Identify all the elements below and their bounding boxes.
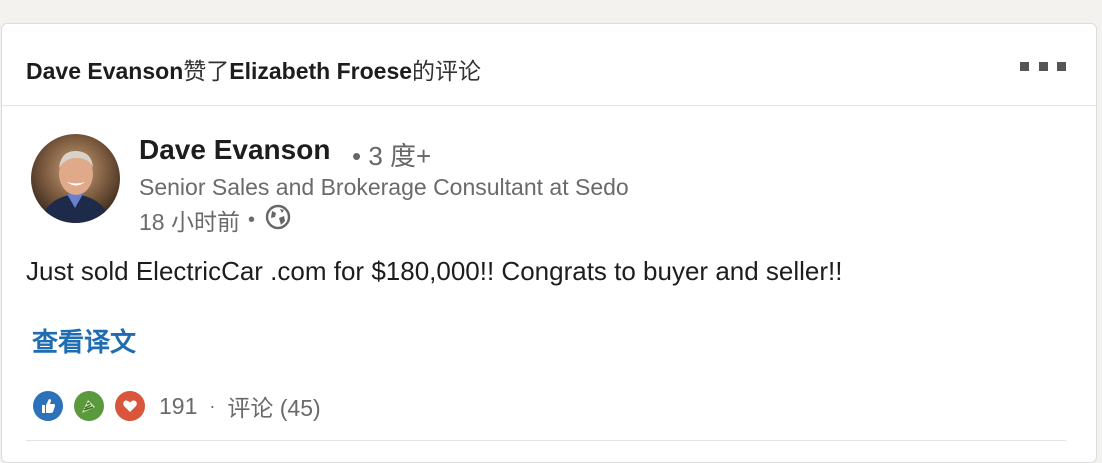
globe-icon — [265, 204, 291, 236]
more-dot-icon — [1020, 61, 1029, 71]
actor-name[interactable]: Dave Evanson — [26, 58, 183, 84]
comments-count[interactable]: 评论 (45) — [227, 389, 320, 423]
see-translation-link[interactable]: 查看译文 — [32, 322, 136, 359]
activity-header: Dave Evanson赞了Elizabeth Froese的评论 — [2, 24, 1096, 106]
posted-time: 18 小时前 — [139, 209, 240, 235]
more-dot-icon — [1038, 61, 1048, 71]
celebrate-icon[interactable] — [74, 391, 104, 421]
author-headline: Senior Sales and Brokerage Consultant at… — [139, 174, 629, 200]
activity-header-text: Dave Evanson赞了Elizabeth Froese的评论 — [26, 52, 481, 86]
meta-separator: • — [247, 208, 255, 231]
post-body: Just sold ElectricCar .com for $180,000!… — [26, 256, 843, 286]
target-suffix: 的评论 — [412, 58, 482, 84]
more-dot-icon — [1057, 61, 1066, 71]
love-icon[interactable] — [115, 391, 145, 421]
target-name[interactable]: Elizabeth Froese — [229, 58, 412, 84]
author-name[interactable]: Dave Evanson — [139, 134, 330, 166]
author-avatar[interactable] — [31, 134, 120, 223]
social-separator: · — [209, 395, 216, 416]
feed-post-card: Dave Evanson赞了Elizabeth Froese的评论 Dave E… — [1, 23, 1097, 463]
reaction-count[interactable]: 191 — [159, 393, 197, 420]
divider — [26, 440, 1066, 441]
social-counts: 191 · 评论 (45) — [33, 390, 321, 422]
like-icon[interactable] — [33, 391, 63, 421]
post-meta: 18 小时前 • — [139, 204, 291, 236]
connection-degree: • 3 度+ — [352, 141, 432, 171]
action-text: 赞了 — [183, 58, 230, 84]
more-options-button[interactable] — [1020, 54, 1066, 78]
